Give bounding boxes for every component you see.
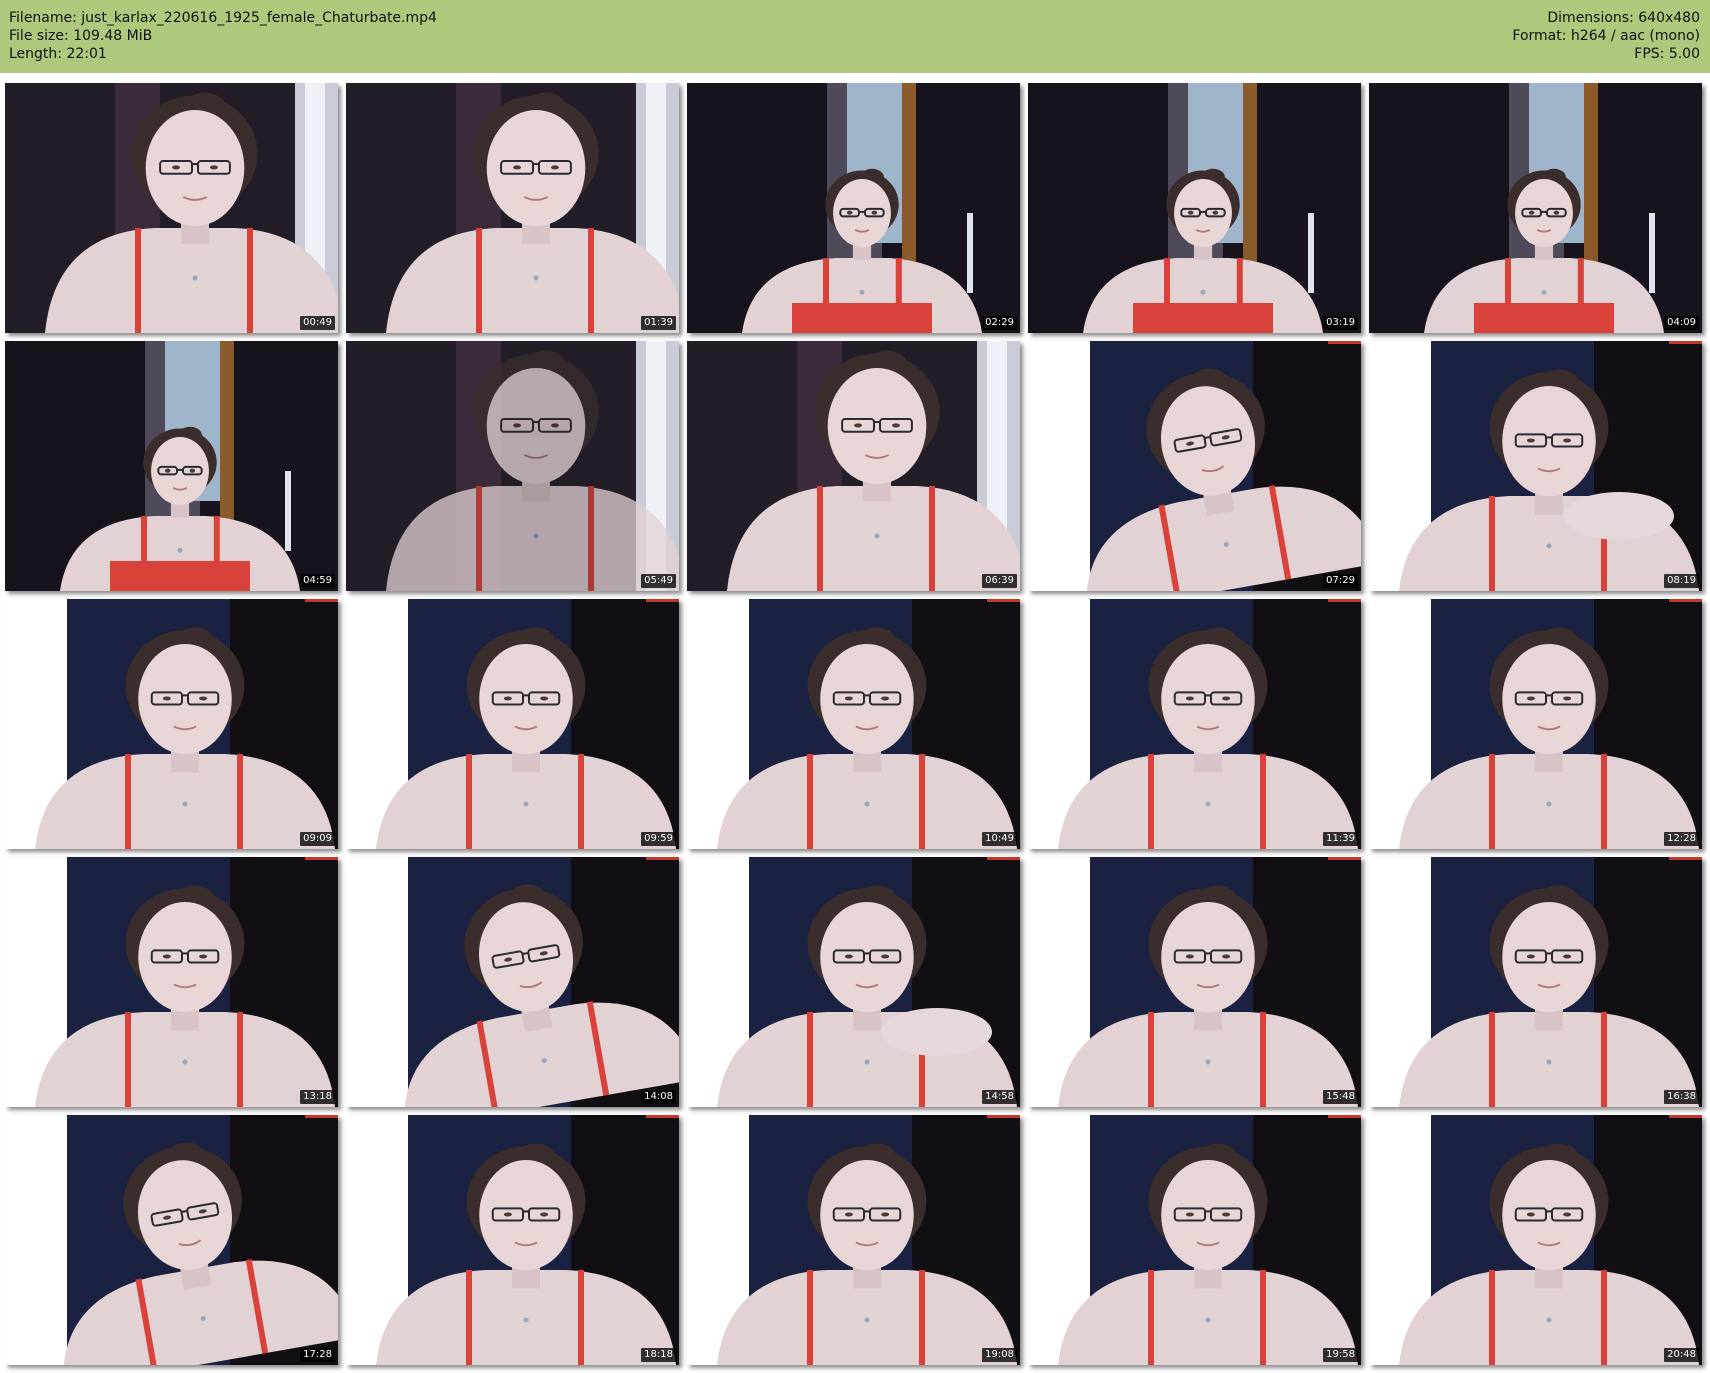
video-thumbnail: 06:39	[687, 341, 1020, 591]
thumbnail-timestamp: 17:28	[300, 1348, 335, 1362]
thumbnail-timestamp: 09:59	[641, 832, 676, 846]
thumbnail-timestamp: 14:08	[641, 1090, 676, 1104]
thumbnail-frame-art	[1369, 857, 1702, 1107]
thumbnail-frame-art	[1369, 341, 1702, 591]
thumbnail-frame-art	[346, 341, 679, 591]
thumbnail-timestamp: 19:08	[982, 1348, 1017, 1362]
thumbnail-timestamp: 03:19	[1323, 316, 1358, 330]
thumbnail-frame-art	[346, 83, 679, 333]
thumbnail-timestamp: 08:19	[1664, 574, 1699, 588]
video-thumbnail: 14:08	[346, 857, 679, 1107]
thumbnail-timestamp: 15:48	[1323, 1090, 1358, 1104]
thumbnail-timestamp: 13:18	[300, 1090, 335, 1104]
thumbnail-frame-art	[5, 341, 338, 591]
thumbnail-frame-art	[5, 83, 338, 333]
video-thumbnail: 04:59	[5, 341, 338, 591]
thumbnail-timestamp: 16:38	[1664, 1090, 1699, 1104]
thumbnail-frame-art	[687, 857, 1020, 1107]
thumbnail-frame-art	[1028, 857, 1361, 1107]
video-thumbnail: 15:48	[1028, 857, 1361, 1107]
video-thumbnail: 04:09	[1369, 83, 1702, 333]
thumbnail-frame-art	[1028, 83, 1361, 333]
thumbnail-frame-art	[1028, 1115, 1361, 1365]
video-thumbnail: 05:49	[346, 341, 679, 591]
video-thumbnail: 01:39	[346, 83, 679, 333]
thumbnail-timestamp: 02:29	[982, 316, 1017, 330]
video-thumbnail: 12:28	[1369, 599, 1702, 849]
video-thumbnail: 16:38	[1369, 857, 1702, 1107]
thumbnail-frame-art	[346, 599, 679, 849]
video-thumbnail: 00:49	[5, 83, 338, 333]
video-thumbnail: 07:29	[1028, 341, 1361, 591]
thumbnail-frame-art	[1369, 599, 1702, 849]
thumbnail-frame-art	[1369, 1115, 1702, 1365]
thumbnail-frame-art	[687, 341, 1020, 591]
thumbnail-frame-art	[687, 83, 1020, 333]
thumbnail-timestamp: 04:09	[1664, 316, 1699, 330]
thumbnail-timestamp: 04:59	[300, 574, 335, 588]
thumbnail-frame-art	[1028, 599, 1361, 849]
video-thumbnail: 09:59	[346, 599, 679, 849]
thumbnail-frame-art	[5, 1115, 338, 1365]
thumbnail-frame-art	[687, 1115, 1020, 1365]
video-thumbnail: 09:09	[5, 599, 338, 849]
thumbnail-timestamp: 18:18	[641, 1348, 676, 1362]
video-thumbnail: 08:19	[1369, 341, 1702, 591]
thumbnail-timestamp: 14:58	[982, 1090, 1017, 1104]
thumbnail-timestamp: 07:29	[1323, 574, 1358, 588]
thumbnail-timestamp: 11:39	[1323, 832, 1358, 846]
thumbnail-frame-art	[346, 857, 679, 1107]
thumbnail-frame-art	[1369, 83, 1702, 333]
video-thumbnail: 14:58	[687, 857, 1020, 1107]
thumbnail-timestamp: 12:28	[1664, 832, 1699, 846]
thumbnail-timestamp: 20:48	[1664, 1348, 1699, 1362]
video-thumbnail: 19:58	[1028, 1115, 1361, 1365]
video-thumbnail: 11:39	[1028, 599, 1361, 849]
video-thumbnail: 03:19	[1028, 83, 1361, 333]
thumbnail-timestamp: 06:39	[982, 574, 1017, 588]
video-thumbnail: 18:18	[346, 1115, 679, 1365]
thumbnail-timestamp: 00:49	[300, 316, 335, 330]
thumbnail-frame-art	[1028, 341, 1361, 591]
video-thumbnail: 02:29	[687, 83, 1020, 333]
thumbnail-frame-art	[5, 857, 338, 1107]
thumbnail-timestamp: 09:09	[300, 832, 335, 846]
video-thumbnail: 20:48	[1369, 1115, 1702, 1365]
thumbnail-frame-art	[346, 1115, 679, 1365]
video-thumbnail: 13:18	[5, 857, 338, 1107]
video-thumbnail: 19:08	[687, 1115, 1020, 1365]
thumbnail-timestamp: 01:39	[641, 316, 676, 330]
thumbnail-timestamp: 05:49	[641, 574, 676, 588]
thumbnail-grid: 00:49 01:39 02:29 03:19 04:09 04:59 05:49 06:39…	[0, 0, 1710, 1373]
thumbnail-frame-art	[5, 599, 338, 849]
thumbnail-timestamp: 10:49	[982, 832, 1017, 846]
video-thumbnail: 10:49	[687, 599, 1020, 849]
thumbnail-timestamp: 19:58	[1323, 1348, 1358, 1362]
video-thumbnail: 17:28	[5, 1115, 338, 1365]
thumbnail-frame-art	[687, 599, 1020, 849]
